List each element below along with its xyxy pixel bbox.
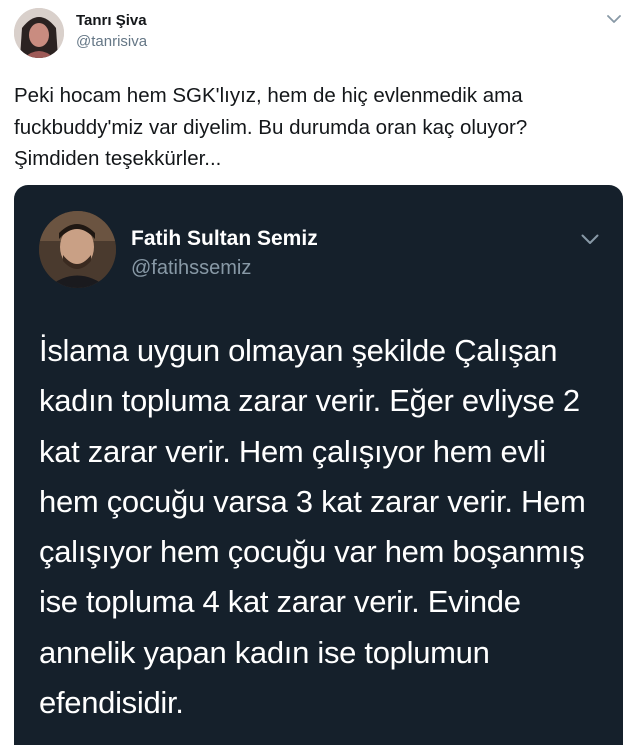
avatar-image [14,8,64,58]
quoted-text-line: kadın topluma zarar verir. Eğer evliyse … [39,383,580,419]
quoted-author-name[interactable]: Fatih Sultan Semiz [131,227,318,251]
tweet: Tanrı Şiva @tanrisiva Peki hocam hem SGK… [0,0,635,745]
quoted-text-line: çalışıyor hem çocuğu var hem boşanmış [39,534,585,570]
quoted-tweet[interactable]: Fatih Sultan Semiz @fatihssemiz İslama u… [14,185,623,745]
tweet-text-line: Peki hocam hem SGK'lıyız, hem de hiç evl… [14,84,523,107]
author-name[interactable]: Tanrı Şiva [76,12,147,29]
tweet-menu-button[interactable] [604,10,624,28]
chevron-down-icon [607,14,621,23]
tweet-text-line: Şimdiden teşekkürler... [14,147,222,170]
quoted-tweet-menu-button[interactable] [578,229,602,249]
quoted-text-line: İslama uygun olmayan şekilde Çalışan [39,333,558,368]
tweet-text-line: fuckbuddy'miz var diyelim. Bu durumda or… [14,115,528,139]
quoted-avatar[interactable] [39,211,116,288]
quoted-text-line: hem çocuğu varsa 3 kat zarar verir. Hem [39,483,586,519]
author-handle[interactable]: @tanrisiva [76,33,147,50]
quoted-text-line: annelik yapan kadın ise toplumun [39,634,490,670]
quoted-text-line: kat zarar verir. Hem çalışıyor hem evli [39,433,546,469]
quoted-author-handle[interactable]: @fatihssemiz [131,257,251,280]
quoted-text-line: ise topluma 4 kat zarar verir. Evinde [39,584,521,620]
chevron-down-icon [581,234,599,244]
quoted-avatar-image [39,211,116,288]
quoted-tweet-text: İslama uygun olmayan şekilde Çalışan kad… [39,326,614,728]
avatar[interactable] [14,8,64,58]
tweet-text: Peki hocam hem SGK'lıyız, hem de hiç evl… [14,80,624,175]
quoted-text-line: efendisidir. [39,685,184,721]
